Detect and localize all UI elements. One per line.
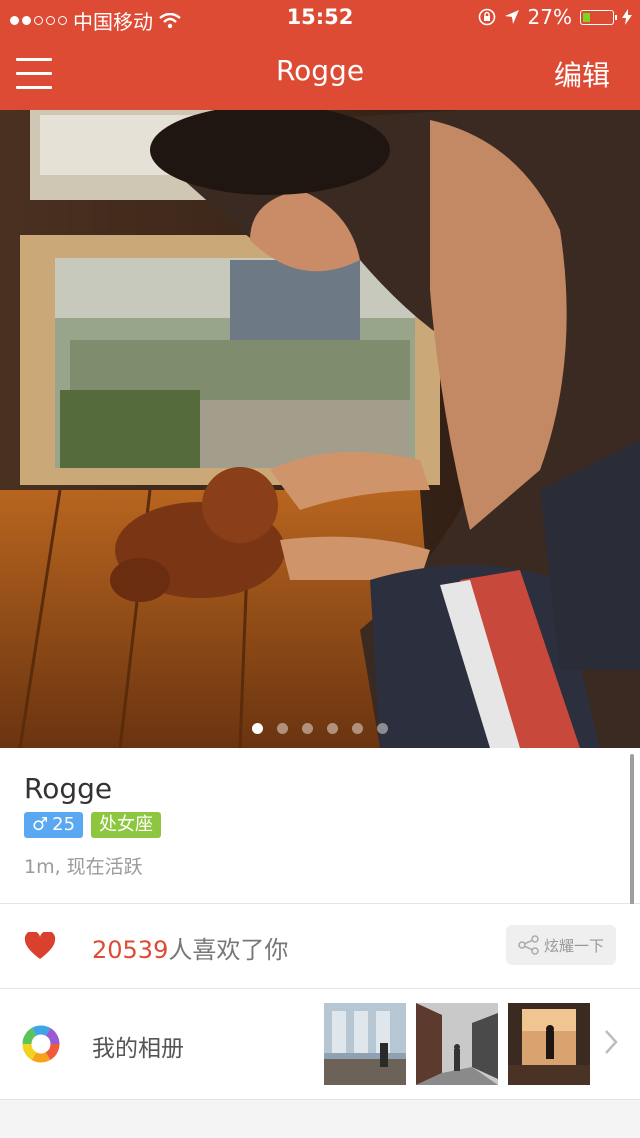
likes-text: 20539人喜欢了你 — [92, 930, 288, 965]
pager-dot[interactable] — [377, 723, 388, 734]
gender-age-badge: ♂ 25 — [24, 812, 84, 838]
album-thumbnail-1[interactable] — [324, 1003, 406, 1085]
likes-row[interactable]: 20539人喜欢了你 炫耀一下 — [0, 904, 640, 989]
distance-status: 1m, 现在活跃 — [24, 856, 143, 878]
rotation-lock-icon — [478, 8, 495, 26]
pager-dot[interactable] — [302, 723, 313, 734]
page-title: Rogge — [275, 54, 365, 87]
album-color-wheel-icon — [22, 1025, 60, 1063]
status-right: 27% — [478, 5, 632, 29]
profile-name: Rogge — [24, 772, 113, 805]
likes-count: 20539 — [92, 936, 169, 964]
nav-bar: Rogge 编辑 — [0, 36, 640, 110]
pager-dot[interactable] — [327, 723, 338, 734]
pager-dot[interactable] — [252, 723, 263, 734]
zodiac-badge: 处女座 — [91, 812, 162, 838]
pager-dot[interactable] — [352, 723, 363, 734]
profile-badges: ♂ 25 处女座 — [24, 812, 162, 838]
heart-icon — [24, 932, 56, 959]
chevron-right-icon — [605, 1030, 618, 1054]
edit-button[interactable]: 编辑 — [554, 54, 610, 94]
share-label: 炫耀一下 — [543, 936, 604, 955]
profile-info: Rogge ♂ 25 处女座 1m, 现在活跃 — [0, 748, 640, 904]
album-thumbnail-3[interactable] — [508, 1003, 590, 1085]
likes-suffix: 人喜欢了你 — [168, 936, 289, 964]
age-value: 25 — [52, 814, 76, 835]
photo-pager[interactable] — [0, 723, 640, 734]
album-thumbnail-2[interactable] — [416, 1003, 498, 1085]
pager-dot[interactable] — [277, 723, 288, 734]
profile-photo-carousel[interactable] — [0, 110, 640, 748]
battery-percent: 27% — [527, 5, 572, 29]
battery-fill — [583, 12, 590, 22]
battery-icon — [580, 9, 617, 25]
male-icon: ♂ — [32, 814, 49, 835]
status-bar: 中国移动 15:52 27% — [0, 0, 640, 36]
share-icon — [518, 935, 539, 955]
location-arrow-icon — [504, 10, 519, 24]
profile-photo — [0, 110, 640, 748]
charging-bolt-icon — [622, 9, 632, 25]
album-row[interactable]: 我的相册 — [0, 989, 640, 1100]
share-button[interactable]: 炫耀一下 — [505, 925, 616, 965]
album-label: 我的相册 — [92, 1036, 184, 1062]
